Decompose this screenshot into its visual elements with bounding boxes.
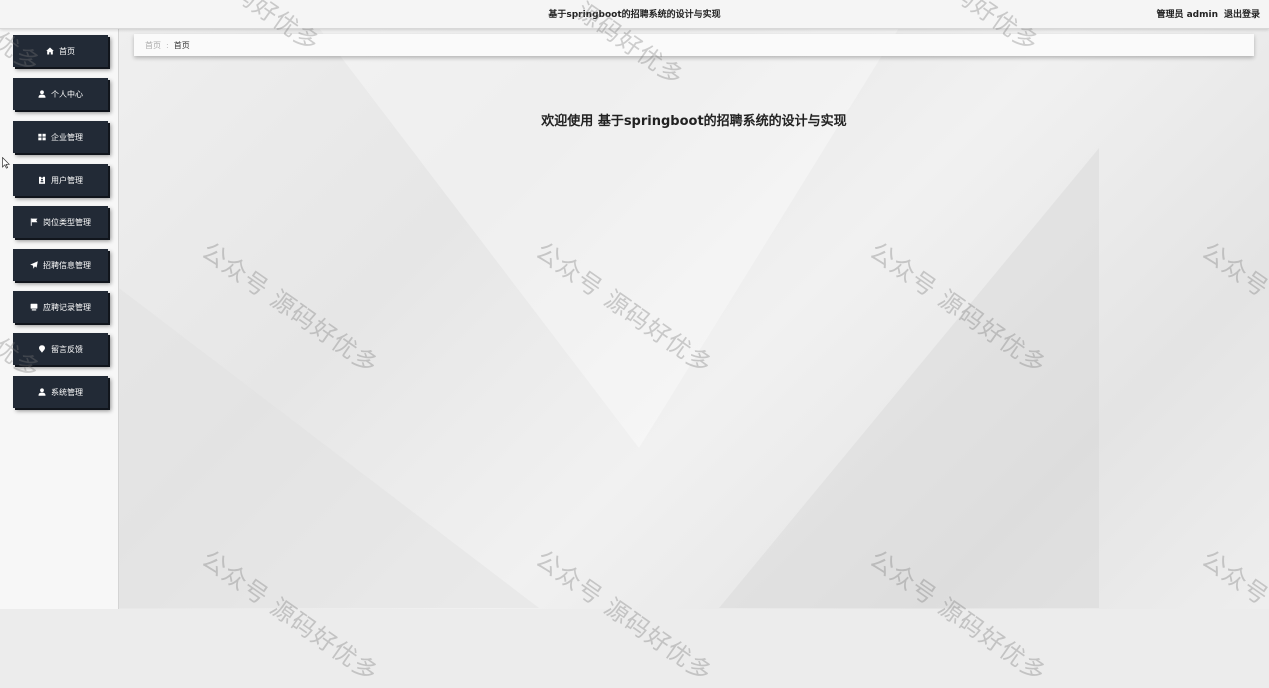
sidebar-item-label: 招聘信息管理 [43,260,91,270]
home-icon [46,47,54,55]
user-label: 管理员 admin [1156,10,1218,20]
paper-plane-icon [30,261,38,269]
flag-icon [30,218,38,226]
sidebar-item-label: 留言反馈 [51,344,83,354]
grid-icon [38,133,46,141]
logout-button[interactable]: 退出登录 [1224,7,1260,20]
user-icon [38,388,46,396]
sidebar-item-label: 首页 [59,46,75,56]
sidebar-item-label: 系统管理 [51,387,83,397]
sidebar-item-recruitment-info-management[interactable]: 招聘信息管理 [13,249,108,281]
map-pin-icon [38,345,46,353]
background-facet [119,288,539,608]
user-icon [38,90,46,98]
sidebar-item-label: 企业管理 [51,132,83,142]
app-title: 基于springboot的招聘系统的设计与实现 [548,10,721,20]
breadcrumb-home-link[interactable]: 首页 [145,40,161,51]
sidebar-item-message-feedback[interactable]: 留言反馈 [13,333,108,365]
sidebar-item-personal-center[interactable]: 个人中心 [13,78,108,110]
sidebar-item-label: 应聘记录管理 [43,302,91,312]
breadcrumb-separator: : [166,40,169,50]
welcome-heading: 欢迎使用 基于springboot的招聘系统的设计与实现 [541,114,847,129]
sidebar-item-label: 用户管理 [51,175,83,185]
sidebar-item-job-type-management[interactable]: 岗位类型管理 [13,206,108,238]
background-facet [719,148,1099,608]
sidebar-item-home[interactable]: 首页 [13,35,108,67]
sidebar-item-label: 岗位类型管理 [43,217,91,227]
sidebar-item-enterprise-management[interactable]: 企业管理 [13,121,108,153]
breadcrumb-current: 首页 [173,40,190,50]
sidebar-item-application-record-management[interactable]: 应聘记录管理 [13,291,108,323]
main-content: 首页 : 首页 欢迎使用 基于springboot的招聘系统的设计与实现 [119,28,1269,609]
top-navbar: 基于springboot的招聘系统的设计与实现 管理员 admin 退出登录 [0,0,1269,29]
monitor-icon [30,303,38,311]
sidebar-item-system-management[interactable]: 系统管理 [13,376,108,408]
mouse-cursor-icon [2,157,10,169]
id-card-icon [38,176,46,184]
sidebar-item-user-management[interactable]: 用户管理 [13,164,108,196]
sidebar-item-label: 个人中心 [51,89,83,99]
sidebar: 首页 个人中心 企业管理 用户管理 岗位类型管理 招聘信息管理 应聘记录管理 留… [0,28,119,609]
user-area: 管理员 admin 退出登录 [1156,7,1260,20]
breadcrumb: 首页 : 首页 [134,34,1254,56]
